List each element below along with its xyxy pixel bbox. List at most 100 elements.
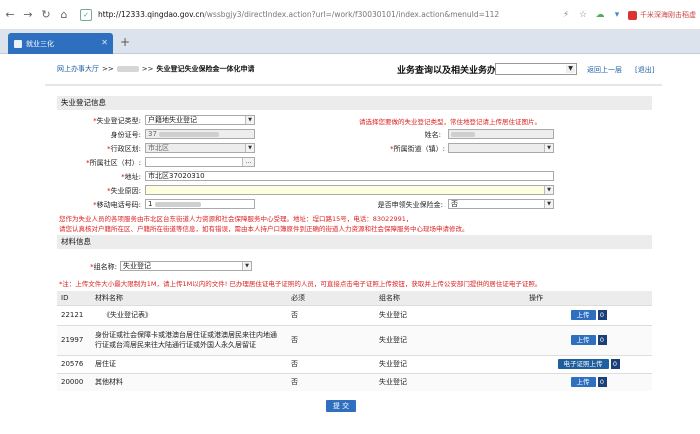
forward-arrow-icon[interactable]: → — [20, 7, 36, 23]
group-label-text: 组名称: — [93, 263, 117, 271]
phone-label-text: 移动电话号码: — [96, 201, 141, 209]
close-icon[interactable]: ✕ — [101, 38, 108, 47]
shield-icon: ✓ — [80, 8, 92, 21]
insurance-value: 否 — [451, 200, 458, 208]
file-count-badge: 0 — [610, 359, 620, 369]
submit-button[interactable]: 提 交 — [326, 400, 356, 412]
col-required: 必须 — [287, 291, 375, 305]
lightning-icon[interactable]: ⚡ — [560, 9, 572, 21]
street-select[interactable]: ▼ — [448, 143, 554, 153]
home-icon[interactable]: ⌂ — [56, 7, 72, 23]
cloud-icon[interactable]: ☁ — [594, 9, 606, 21]
tab-bar: 就业三化 ✕ + — [0, 30, 700, 54]
chevron-down-icon: ▼ — [544, 200, 553, 208]
district-label: *行政区划: — [107, 145, 141, 153]
section-header-materials: 材料信息 — [57, 235, 652, 249]
col-group: 组名称 — [375, 291, 525, 305]
refresh-icon[interactable]: ↻ — [38, 7, 54, 23]
business-query-select[interactable]: ▼ — [495, 63, 577, 75]
id-label: 身份证号: — [110, 131, 141, 139]
breadcrumb-separator-2: >> — [141, 65, 154, 73]
row-required: 否 — [287, 304, 375, 325]
row-action: 上传 0 — [525, 304, 652, 325]
table-row: 20576 居住证 否 失业登记 电子证照上传 0 — [57, 354, 652, 373]
row-group: 失业登记 — [375, 324, 525, 355]
promo-badge-icon — [628, 10, 637, 20]
section-header-register: 失业登记信息 — [57, 96, 652, 110]
type-label-text: 失业登记类型: — [96, 117, 141, 125]
chevron-down-icon: ▼ — [566, 65, 575, 73]
address-field[interactable]: 市北区37020310 — [145, 171, 554, 181]
divider — [45, 84, 662, 86]
e-certificate-upload-button[interactable]: 电子证照上传 — [557, 359, 609, 369]
table-header-row: ID 材料名称 必须 组名称 操作 — [57, 291, 652, 305]
table-row: 21997 身份证或社会保障卡或港澳台居住证或港澳居民来往内地通行证或台湾居民来… — [57, 324, 652, 355]
back-arrow-icon[interactable]: ← — [2, 7, 18, 23]
chevron-down-icon: ▼ — [245, 144, 254, 152]
type-label: *失业登记类型: — [93, 117, 141, 125]
reason-select[interactable]: ▼ — [145, 185, 554, 195]
community-picker-button[interactable]: ... — [242, 158, 254, 166]
district-select[interactable]: 市北区 ▼ — [145, 143, 255, 153]
upload-button[interactable]: 上传 — [570, 335, 596, 345]
star-icon[interactable]: ☆ — [577, 9, 589, 21]
upload-button[interactable]: 上传 — [570, 377, 596, 388]
chevron-down-icon: ▼ — [242, 262, 251, 270]
row-required: 否 — [287, 372, 375, 391]
url-field[interactable]: http://12333.qingdao.gov.cn/wssbgjy3/dir… — [98, 10, 528, 19]
reason-label-text: 失业原因: — [110, 187, 141, 195]
district-value: 市北区 — [148, 144, 169, 152]
id-field[interactable]: 37 — [145, 129, 255, 139]
name-redacted — [451, 131, 475, 137]
insurance-label: 是否申领失业保险金: — [377, 201, 443, 209]
row-id: 22121 — [57, 304, 91, 325]
phone-label: *移动电话号码: — [93, 201, 141, 209]
row-group: 失业登记 — [375, 372, 525, 391]
chevron-down-icon: ▼ — [544, 186, 553, 194]
row-name: 身份证或社会保障卡或港澳台居住证或港澳居民来往内地通行证或台湾居民来往大陆通行证… — [91, 324, 287, 355]
chevron-down-icon[interactable]: ▾ — [611, 9, 623, 21]
address-value: 市北区37020310 — [148, 172, 205, 180]
file-count-badge: 0 — [597, 335, 607, 345]
row-name: 其他材料 — [91, 372, 287, 391]
col-name: 材料名称 — [91, 291, 287, 305]
chevron-down-icon: ▼ — [245, 116, 254, 124]
street-label: *所属街道（镇）: — [390, 145, 445, 153]
phone-value: 1 — [148, 200, 153, 208]
district-label-text: 行政区划: — [110, 145, 141, 153]
row-id: 20000 — [57, 372, 91, 391]
breadcrumb: 网上办事大厅 >> >> 失业登记失业保险金一体化申请 — [57, 64, 254, 74]
page-content: 网上办事大厅 >> >> 失业登记失业保险金一体化申请 业务查询以及相关业务办理… — [45, 54, 662, 434]
tab-favicon-icon — [14, 39, 22, 48]
new-tab-button[interactable]: + — [120, 35, 130, 49]
page-title: 失业登记失业保险金一体化申请 — [156, 65, 255, 73]
chevron-down-icon: ▼ — [544, 144, 553, 152]
exit-link[interactable]: [退出] — [635, 65, 654, 75]
breadcrumb-redacted — [116, 66, 139, 72]
breadcrumb-home-link[interactable]: 网上办事大厅 — [57, 64, 99, 74]
group-select[interactable]: 失业登记 ▼ — [120, 261, 252, 271]
name-label: 姓名: — [424, 131, 441, 139]
name-field[interactable] — [448, 129, 554, 139]
address-label: *地址: — [121, 173, 141, 181]
row-group: 失业登记 — [375, 354, 525, 373]
group-value: 失业登记 — [123, 262, 151, 270]
file-count-badge: 0 — [597, 377, 607, 388]
community-label: *所属社区（村）: — [86, 159, 141, 167]
group-label: *组名称: — [90, 263, 117, 271]
type-select[interactable]: 户籍地失业登记 ▼ — [145, 115, 255, 125]
row-action: 上传 0 — [525, 324, 652, 355]
id-redacted — [159, 131, 220, 137]
insurance-select[interactable]: 否 ▼ — [448, 199, 554, 209]
community-field[interactable]: ... — [145, 157, 255, 167]
upload-button[interactable]: 上传 — [570, 310, 596, 320]
promo-text[interactable]: 千米深海刚击稻虚 — [628, 10, 696, 20]
phone-field[interactable]: 1 — [145, 199, 255, 209]
browser-tab[interactable]: 就业三化 ✕ — [8, 33, 113, 54]
type-hint: 请选择您要做的失业登记类型，常住地登记请上传居住证图片。 — [359, 118, 541, 126]
upload-note: *注：上传文件大小最大限制为1M，请上传1M以内的文件! 已办理居住证电子证照的… — [59, 280, 542, 288]
breadcrumb-separator: >> — [102, 65, 114, 73]
back-link[interactable]: 返回上一层 — [587, 65, 622, 75]
phone-redacted — [154, 201, 201, 207]
materials-table: ID 材料名称 必须 组名称 操作 22121 《失业登记表》 否 失业登记 上… — [57, 291, 652, 391]
